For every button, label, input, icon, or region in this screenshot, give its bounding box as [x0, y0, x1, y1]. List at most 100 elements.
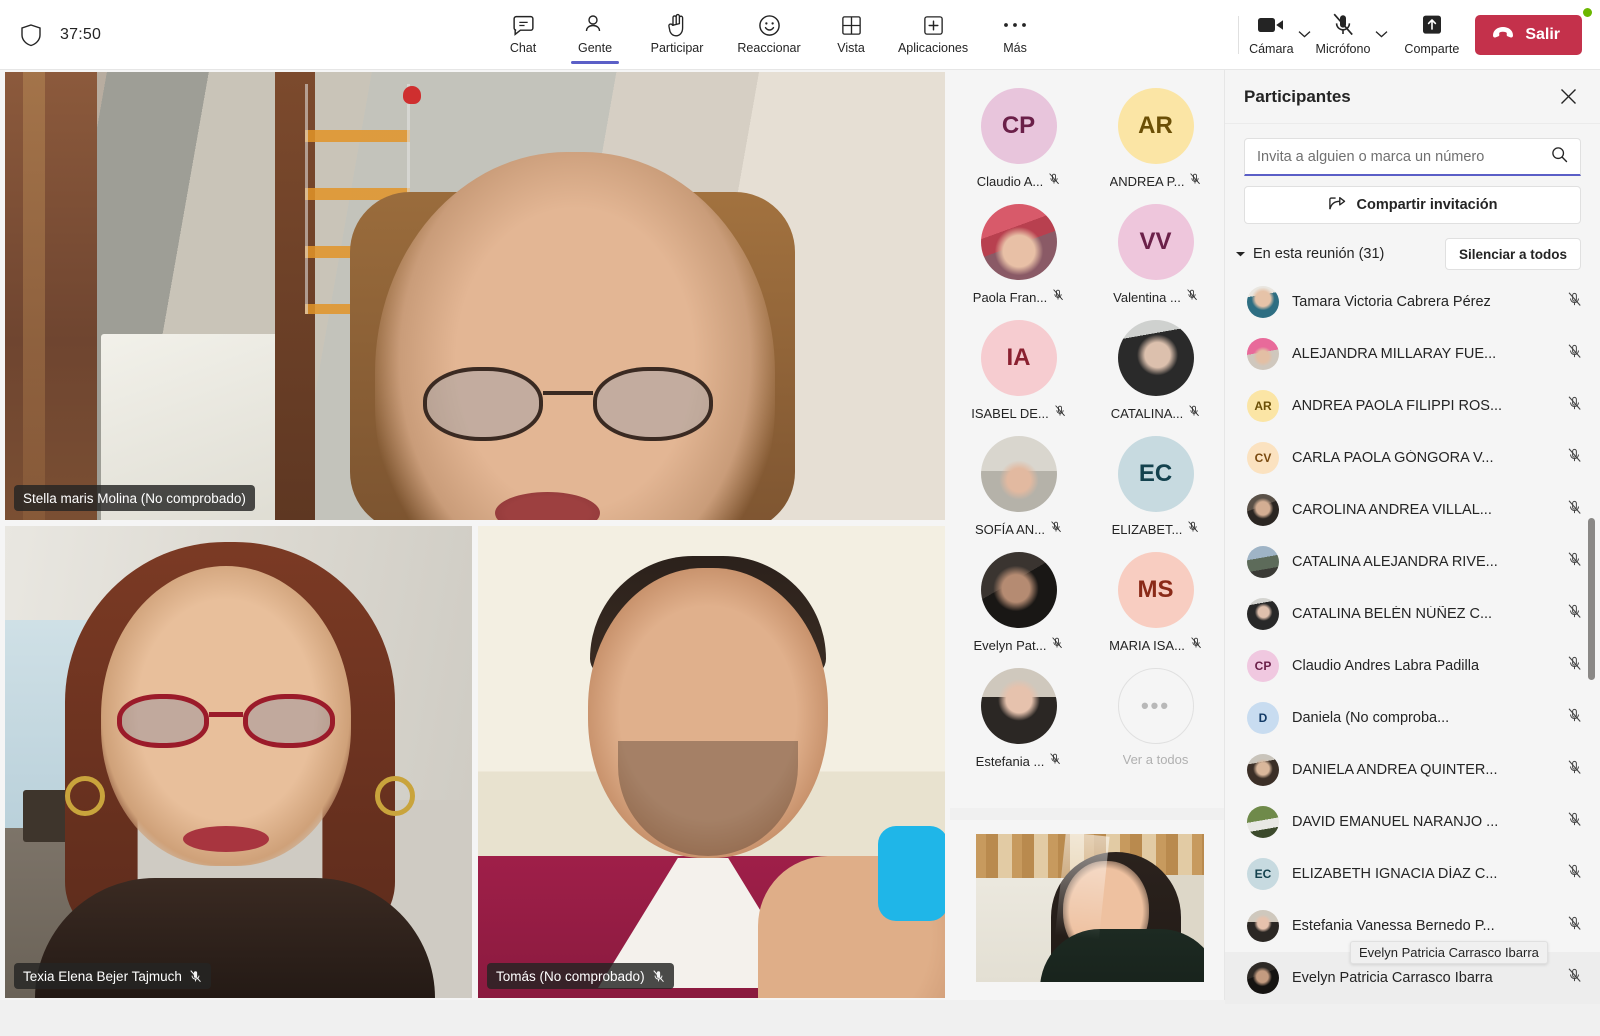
avatar [1247, 598, 1279, 630]
avatar [1247, 546, 1279, 578]
toolbar-button-vista[interactable]: Vista [815, 0, 887, 68]
microphone-muted-icon[interactable] [1567, 447, 1582, 469]
thumbnail-name-row: Paola Fran... [973, 288, 1064, 307]
microphone-muted-icon[interactable] [1567, 551, 1582, 573]
thumbnail-cell[interactable]: ••• Ver a todos [1087, 668, 1224, 771]
thumbnail-name: CATALINA... [1110, 406, 1184, 421]
microphone-muted-icon[interactable] [1567, 707, 1582, 729]
microphone-muted-icon[interactable] [1567, 343, 1582, 365]
toolbar-button-mas[interactable]: Más [979, 0, 1051, 68]
participant-name: DAVID EMANUEL NARANJO ... [1292, 814, 1499, 830]
toolbar-button-reaccionar[interactable]: Reaccionar [723, 0, 815, 68]
meeting-toolbar: 37:50 Chat Gente Participar Reaccionar V… [0, 0, 1600, 70]
microphone-muted-icon[interactable] [1567, 759, 1582, 781]
mic-chevron-down-icon[interactable] [1370, 0, 1392, 68]
microphone-muted-icon [1187, 520, 1199, 539]
section-toggle[interactable]: En esta reunión (31) [1235, 245, 1384, 263]
avatar-photo [1247, 910, 1279, 942]
toolbar-label-vista: Vista [837, 41, 865, 55]
participant-row[interactable]: D Daniela (No comproba... [1225, 692, 1600, 744]
search-input[interactable] [1257, 148, 1551, 165]
avatar-photo [1247, 338, 1279, 370]
share-invite-button[interactable]: Compartir invitación [1244, 186, 1581, 224]
toolbar-button-gente[interactable]: Gente [559, 0, 631, 68]
thumbnail-cell[interactable]: Evelyn Pat... [950, 552, 1087, 655]
microphone-muted-icon[interactable] [1567, 811, 1582, 833]
participant-row[interactable]: CV CARLA PAOLA GÓNGORA V... [1225, 432, 1600, 484]
participants-scrollbar[interactable] [1588, 518, 1595, 680]
avatar-photo [980, 204, 1057, 280]
participant-name: CATALINA BELÉN NÚÑEZ C... [1292, 606, 1493, 622]
video-stage: Stella maris Molina (No comprobado) Texi… [0, 70, 950, 1000]
microphone-muted-icon[interactable] [1567, 967, 1582, 989]
leave-button[interactable]: Salir [1475, 14, 1582, 55]
participant-row[interactable]: Tamara Victoria Cabrera Pérez [1225, 276, 1600, 328]
toolbar-button-chat[interactable]: Chat [487, 0, 559, 68]
video-tile-main[interactable]: Stella maris Molina (No comprobado) [5, 72, 945, 520]
emoji-icon [757, 12, 782, 38]
thumbnail-cell[interactable]: MS MARIA ISA... [1087, 552, 1224, 655]
thumbnail-cell[interactable]: SOFÍA AN... [950, 436, 1087, 539]
thumbnail-cell[interactable]: EC ELIZABET... [1087, 436, 1224, 539]
share-icon [1328, 194, 1347, 216]
participant-row[interactable]: CATALINA ALEJANDRA RIVE... [1225, 536, 1600, 588]
thumbnail-name-row: CATALINA... [1111, 404, 1200, 423]
camera-button[interactable]: Cámara [1249, 0, 1294, 68]
thumbnail-cell[interactable]: Paola Fran... [950, 204, 1087, 307]
tile-name-badge: Texia Elena Bejer Tajmuch [14, 963, 211, 989]
microphone-muted-icon [1186, 288, 1198, 307]
participant-row[interactable]: AR ANDREA PAOLA FILIPPI ROS... [1225, 380, 1600, 432]
participant-row[interactable]: CAROLINA ANDREA VILLAL... [1225, 484, 1600, 536]
microphone-muted-icon[interactable] [1567, 915, 1582, 937]
microphone-muted-icon[interactable] [1567, 499, 1582, 521]
thumbnail-name: Valentina ... [1113, 290, 1181, 305]
participant-row[interactable]: CP Claudio Andres Labra Padilla [1225, 640, 1600, 692]
participant-name: Daniela (No comproba... [1292, 710, 1450, 726]
raise-hand-icon [666, 12, 688, 38]
thumbnail-name-row: Estefania ... [976, 752, 1062, 771]
thumbnail-cell[interactable]: Estefania ... [950, 668, 1087, 771]
microphone-muted-icon[interactable] [1567, 655, 1582, 677]
participants-list[interactable]: Tamara Victoria Cabrera Pérez ALEJANDRA M… [1225, 276, 1600, 1036]
participant-row[interactable]: EC ELIZABETH IGNACIA DÍAZ C... [1225, 848, 1600, 900]
video-tile-overflow[interactable] [950, 820, 1224, 1000]
thumbnail-cell[interactable]: VV Valentina ... [1087, 204, 1224, 307]
close-icon[interactable] [1554, 83, 1582, 111]
thumbnail-name: Ver a todos [1122, 752, 1189, 767]
video-tile-secondary-1[interactable]: Texia Elena Bejer Tajmuch [5, 526, 472, 998]
participant-row[interactable]: CATALINA BELÉN NÚÑEZ C... [1225, 588, 1600, 640]
camera-chevron-down-icon[interactable] [1294, 0, 1316, 68]
microphone-muted-icon[interactable] [1567, 863, 1582, 885]
thumbnail-cell[interactable]: AR ANDREA P... [1087, 88, 1224, 191]
camera-control-group: Cámara [1249, 0, 1315, 68]
microphone-button[interactable]: Micrófono [1316, 0, 1370, 68]
chat-icon [511, 12, 536, 38]
thumbnail-name-row: Evelyn Pat... [974, 636, 1064, 655]
microphone-muted-icon[interactable] [1567, 603, 1582, 625]
mute-all-button[interactable]: Silenciar a todos [1444, 238, 1581, 270]
search-icon[interactable] [1551, 146, 1568, 168]
video-tile-secondary-2[interactable]: Tomás (No comprobado) [478, 526, 945, 998]
grid-view-icon [840, 12, 863, 38]
participant-row[interactable]: ALEJANDRA MILLARAY FUE... [1225, 328, 1600, 380]
thumbnail-name-row: SOFÍA AN... [975, 520, 1062, 539]
avatar [1247, 286, 1279, 318]
microphone-muted-icon[interactable] [1567, 395, 1582, 417]
share-button[interactable]: Comparte [1404, 0, 1459, 68]
participant-row[interactable]: DAVID EMANUEL NARANJO ... [1225, 796, 1600, 848]
thumbnail-cell[interactable]: IA ISABEL DE... [950, 320, 1087, 423]
avatar [1247, 754, 1279, 786]
thumbnail-cell[interactable]: CATALINA... [1087, 320, 1224, 423]
microphone-muted-icon[interactable] [1567, 291, 1582, 313]
thumbnail-name: ELIZABET... [1111, 522, 1183, 537]
thumbnail-cell[interactable]: CP Claudio A... [950, 88, 1087, 191]
participant-row[interactable]: DANIELA ANDREA QUINTER... [1225, 744, 1600, 796]
thumbnail-name-row: Ver a todos [1123, 752, 1189, 767]
participant-thumbnail-grid: CP Claudio A... AR ANDREA P... Paola Fran...… [950, 70, 1224, 808]
toolbar-button-aplicaciones[interactable]: Aplicaciones [887, 0, 979, 68]
invite-search-box[interactable] [1244, 138, 1581, 176]
avatar: AR [1117, 88, 1194, 164]
toolbar-button-participar[interactable]: Participar [631, 0, 723, 68]
plus-box-icon [922, 12, 945, 38]
thumbnail-name: SOFÍA AN... [974, 522, 1046, 537]
